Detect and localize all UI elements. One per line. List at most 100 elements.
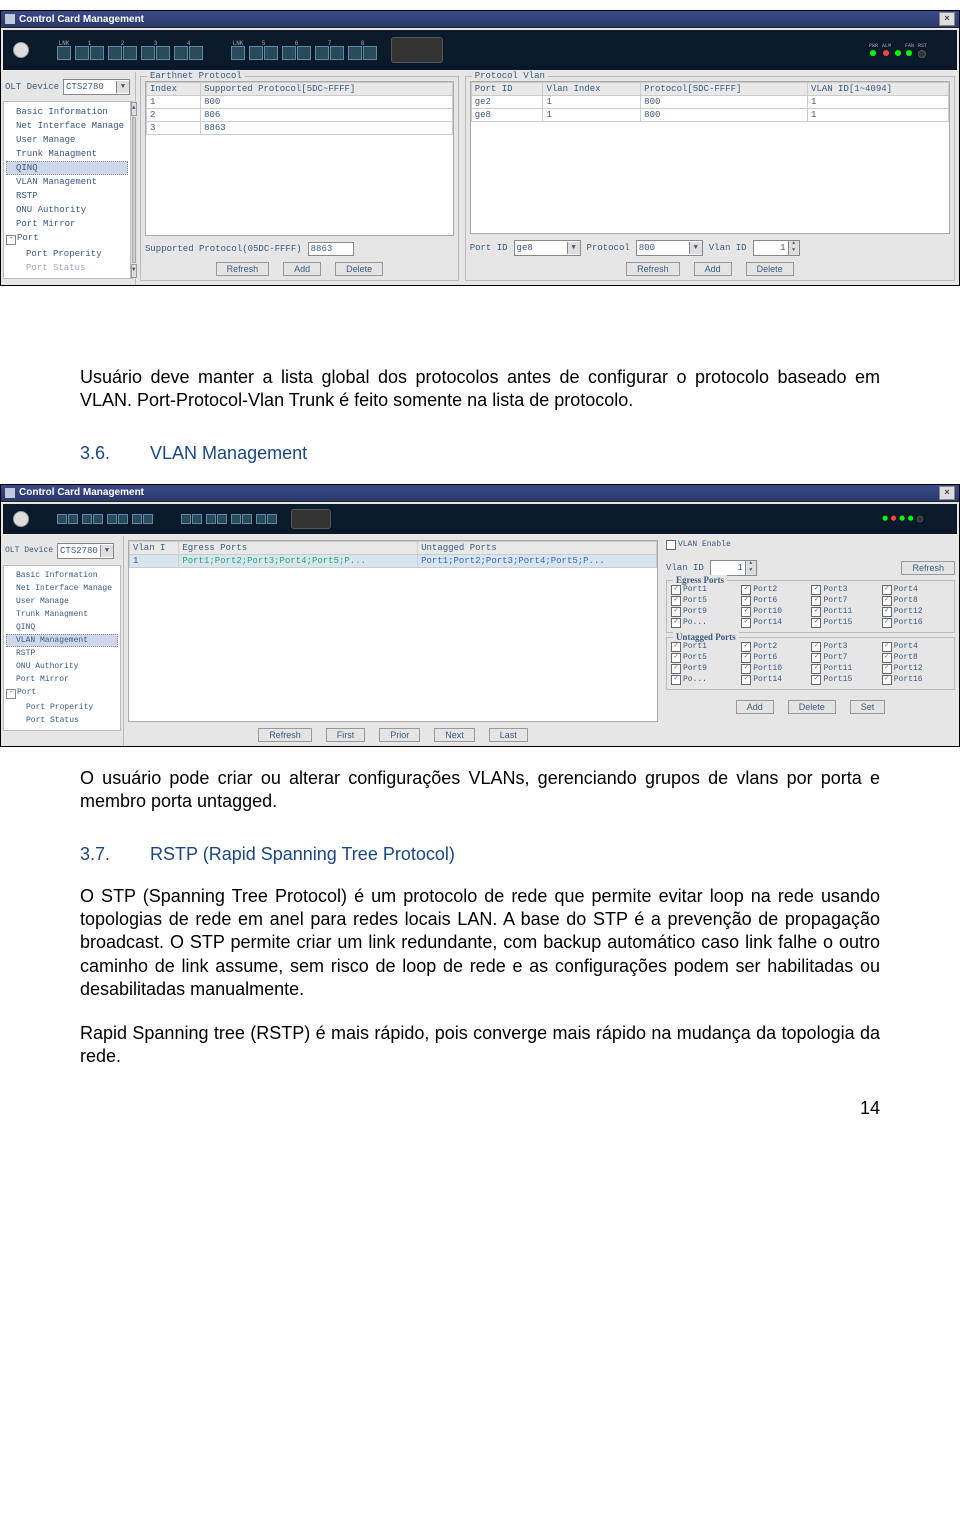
port-checkbox[interactable]: ✓Port10 [741, 664, 809, 674]
nav-item-user[interactable]: User Manage [6, 595, 118, 608]
olt-device-combo[interactable]: ▼ [57, 543, 114, 559]
nav-item-trunk[interactable]: Trunk Managment [6, 147, 128, 161]
vlan-id-spinner[interactable]: ▲▼ [753, 240, 800, 256]
checkbox-icon[interactable]: ✓ [811, 585, 821, 595]
supported-protocol-input[interactable] [308, 242, 354, 256]
checkbox-icon[interactable] [666, 540, 676, 550]
nav-item-rstp[interactable]: RSTP [6, 189, 128, 203]
nav-item-vlan[interactable]: VLAN Management [6, 634, 118, 647]
nav-item-user[interactable]: User Manage [6, 133, 128, 147]
checkbox-icon[interactable]: ✓ [741, 618, 751, 628]
add-button[interactable]: Add [736, 700, 774, 714]
nav-item-netiface[interactable]: Net Interface Manage [6, 582, 118, 595]
port-checkbox[interactable]: ✓Port4 [882, 642, 950, 652]
port-checkbox[interactable]: ✓Port16 [882, 618, 950, 628]
refresh-button[interactable]: Refresh [901, 561, 955, 575]
nav-item-onu[interactable]: ONU Authority [6, 203, 128, 217]
last-button[interactable]: Last [489, 728, 528, 742]
port-checkbox[interactable]: ✓Port8 [882, 596, 950, 606]
spin-down-icon[interactable]: ▼ [788, 248, 799, 255]
nav-item-port-prop[interactable]: Port Properity [6, 701, 118, 714]
nav-item-qinq[interactable]: QINQ [6, 161, 128, 175]
nav-item-basic[interactable]: Basic Information [6, 105, 128, 119]
port-checkbox[interactable]: ✓Port7 [811, 653, 879, 663]
checkbox-icon[interactable]: ✓ [741, 596, 751, 606]
port-checkbox[interactable]: ✓Port2 [741, 642, 809, 652]
olt-device-input[interactable] [58, 546, 100, 556]
checkbox-icon[interactable]: ✓ [741, 585, 751, 595]
checkbox-icon[interactable]: ✓ [671, 642, 681, 652]
nav-item-port-prop[interactable]: Port Properity [6, 247, 128, 261]
nav-item-port[interactable]: -Port [6, 231, 128, 247]
olt-device-input[interactable] [64, 82, 116, 92]
checkbox-icon[interactable]: ✓ [741, 607, 751, 617]
checkbox-icon[interactable]: ✓ [671, 653, 681, 663]
port-checkbox[interactable]: ✓Port1 [671, 585, 739, 595]
port-checkbox[interactable]: ✓Port16 [882, 675, 950, 685]
checkbox-icon[interactable]: ✓ [741, 653, 751, 663]
checkbox-icon[interactable]: ✓ [882, 664, 892, 674]
checkbox-icon[interactable]: ✓ [811, 664, 821, 674]
add-button[interactable]: Add [283, 262, 321, 276]
checkbox-icon[interactable]: ✓ [811, 607, 821, 617]
port-checkbox[interactable]: ✓Port10 [741, 607, 809, 617]
port-checkbox[interactable]: ✓Port3 [811, 585, 879, 595]
port-checkbox[interactable]: ✓Port11 [811, 664, 879, 674]
refresh-button[interactable]: Refresh [258, 728, 312, 742]
checkbox-icon[interactable]: ✓ [811, 642, 821, 652]
checkbox-icon[interactable]: ✓ [882, 642, 892, 652]
checkbox-icon[interactable]: ✓ [811, 675, 821, 685]
port-checkbox[interactable]: ✓Port9 [671, 664, 739, 674]
nav-item-qinq[interactable]: QINQ [6, 621, 118, 634]
port-checkbox[interactable]: ✓Port7 [811, 596, 879, 606]
nav-item-trunk[interactable]: Trunk Managment [6, 608, 118, 621]
collapse-icon[interactable]: - [6, 689, 16, 699]
refresh-button[interactable]: Refresh [626, 262, 680, 276]
nav-item-basic[interactable]: Basic Information [6, 569, 118, 582]
nav-item-port[interactable]: -Port [6, 686, 118, 701]
checkbox-icon[interactable]: ✓ [882, 585, 892, 595]
next-button[interactable]: Next [434, 728, 475, 742]
delete-button[interactable]: Delete [788, 700, 836, 714]
port-checkbox[interactable]: ✓Port5 [671, 653, 739, 663]
checkbox-icon[interactable]: ✓ [882, 618, 892, 628]
port-checkbox[interactable]: ✓Port15 [811, 675, 879, 685]
collapse-icon[interactable]: - [6, 235, 16, 245]
checkbox-icon[interactable]: ✓ [882, 675, 892, 685]
nav-item-netiface[interactable]: Net Interface Manage [6, 119, 128, 133]
checkbox-icon[interactable]: ✓ [671, 618, 681, 628]
chevron-down-icon[interactable]: ▼ [116, 81, 129, 93]
olt-device-combo[interactable]: ▼ [63, 79, 130, 95]
close-icon[interactable]: × [939, 486, 955, 500]
port-checkbox[interactable]: ✓Po... [671, 675, 739, 685]
checkbox-icon[interactable]: ✓ [741, 675, 751, 685]
vlan-id-spinner[interactable]: ▲▼ [710, 560, 757, 576]
checkbox-icon[interactable]: ✓ [671, 675, 681, 685]
port-id-combo[interactable]: ▼ [514, 240, 581, 256]
checkbox-icon[interactable]: ✓ [741, 664, 751, 674]
nav-item-rstp[interactable]: RSTP [6, 647, 118, 660]
port-checkbox[interactable]: ✓Port2 [741, 585, 809, 595]
first-button[interactable]: First [326, 728, 366, 742]
checkbox-icon[interactable]: ✓ [671, 585, 681, 595]
checkbox-icon[interactable]: ✓ [811, 618, 821, 628]
nav-item-vlan[interactable]: VLAN Management [6, 175, 128, 189]
checkbox-icon[interactable]: ✓ [741, 642, 751, 652]
port-checkbox[interactable]: ✓Port5 [671, 596, 739, 606]
vlan-enable-checkbox[interactable]: VLAN Enable [666, 540, 955, 550]
set-button[interactable]: Set [850, 700, 886, 714]
port-checkbox[interactable]: ✓Port14 [741, 618, 809, 628]
delete-button[interactable]: Delete [335, 262, 383, 276]
port-checkbox[interactable]: ✓Port14 [741, 675, 809, 685]
port-checkbox[interactable]: ✓Port4 [882, 585, 950, 595]
checkbox-icon[interactable]: ✓ [811, 596, 821, 606]
checkbox-icon[interactable]: ✓ [671, 596, 681, 606]
chevron-down-icon[interactable]: ▼ [689, 242, 702, 254]
chevron-down-icon[interactable]: ▼ [100, 545, 113, 557]
port-checkbox[interactable]: ✓Port8 [882, 653, 950, 663]
chevron-down-icon[interactable]: ▼ [567, 242, 580, 254]
port-checkbox[interactable]: ✓Port3 [811, 642, 879, 652]
port-checkbox[interactable]: ✓Port12 [882, 664, 950, 674]
close-icon[interactable]: × [939, 12, 955, 26]
port-checkbox[interactable]: ✓Port9 [671, 607, 739, 617]
